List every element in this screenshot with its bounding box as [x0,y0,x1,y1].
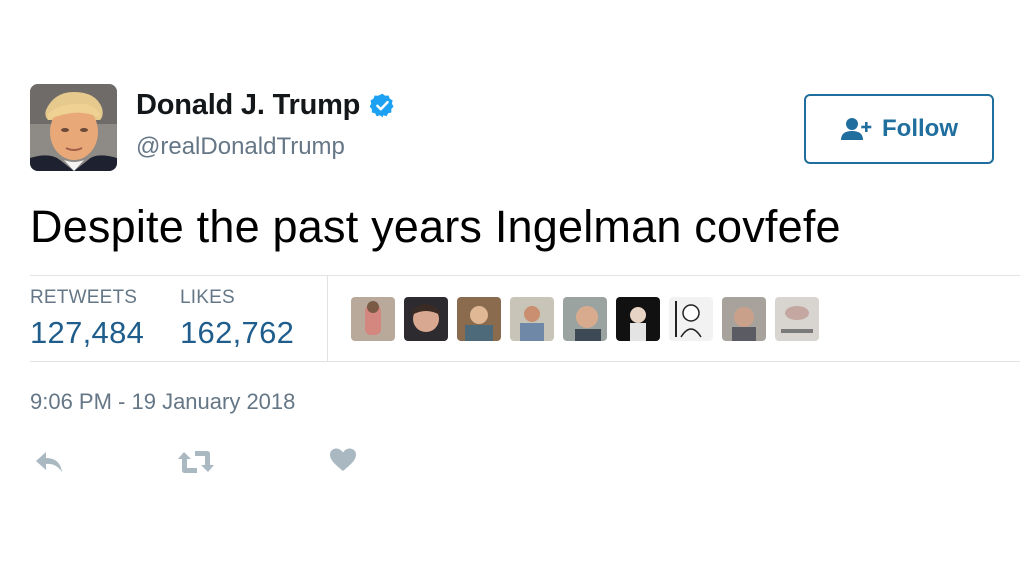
liker-avatar-1[interactable] [351,297,395,341]
follow-user-icon [840,116,872,142]
liker-avatars [351,297,819,341]
tweet-timestamp[interactable]: 9:06 PM - 19 January 2018 [30,389,295,415]
retweet-icon[interactable] [177,448,215,481]
tweet-text: Despite the past years Ingelman covfefe [30,201,841,252]
likes-stat[interactable]: LIKES 162,762 [180,287,294,351]
divider-top [30,275,1020,276]
liker-avatar-2[interactable] [404,297,448,341]
stats-divider [327,276,328,361]
follow-button[interactable]: Follow [804,94,994,164]
profile-photo [30,84,117,171]
likes-label: LIKES [180,287,235,308]
retweets-label: RETWEETS [30,287,138,308]
follow-button-label: Follow [882,115,958,142]
retweets-stat[interactable]: RETWEETS 127,484 [30,287,144,351]
liker-avatar-6[interactable] [616,297,660,341]
display-name[interactable]: Donald J. Trump [136,89,360,122]
liker-avatar-9[interactable] [775,297,819,341]
liker-avatar-3[interactable] [457,297,501,341]
liker-avatar-7[interactable] [669,297,713,341]
likes-count: 162,762 [180,315,295,350]
liker-avatar-8[interactable] [722,297,766,341]
retweets-count: 127,484 [30,315,145,350]
verified-badge-icon [369,92,396,119]
avatar[interactable] [30,84,117,171]
like-heart-icon[interactable] [329,446,357,479]
user-handle[interactable]: @realDonaldTrump [136,133,345,161]
tweet-card: Donald J. Trump @realDonaldTrump Follow … [0,0,1024,576]
liker-avatar-5[interactable] [563,297,607,341]
divider-bottom [30,361,1020,362]
liker-avatar-4[interactable] [510,297,554,341]
reply-icon[interactable] [34,450,64,479]
name-row: Donald J. Trump [136,89,396,122]
